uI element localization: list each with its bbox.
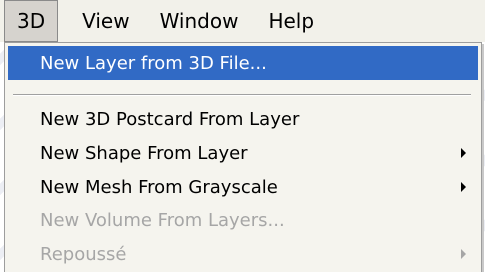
menu-item-label: New Layer from 3D File... <box>40 52 267 74</box>
menu-item-new-mesh-from-grayscale[interactable]: New Mesh From Grayscale <box>8 170 478 204</box>
menu-bar: 3D View Window Help <box>0 0 485 42</box>
menu-item-new-volume-from-layers: New Volume From Layers... <box>8 203 478 237</box>
menu-item-label: New Mesh From Grayscale <box>40 176 278 198</box>
menu-help[interactable]: Help <box>268 0 314 42</box>
menu-item-new-layer-from-3d-file[interactable]: New Layer from 3D File... <box>8 46 478 80</box>
menu-item-label: Repoussé <box>40 243 127 265</box>
menu-view[interactable]: View <box>82 0 129 42</box>
submenu-arrow-icon <box>461 148 466 158</box>
menu-item-new-3d-postcard-from-layer[interactable]: New 3D Postcard From Layer <box>8 102 478 136</box>
screenshot-canvas: 3D View Window Help New Layer from 3D Fi… <box>0 0 485 272</box>
menu-item-label: New Shape From Layer <box>40 142 248 164</box>
menu-item-new-shape-from-layer[interactable]: New Shape From Layer <box>8 136 478 170</box>
submenu-arrow-icon <box>461 249 466 259</box>
3d-dropdown-menu: New Layer from 3D File... New 3D Postcar… <box>4 42 482 272</box>
menu-window[interactable]: Window <box>160 0 239 42</box>
menu-separator <box>13 94 471 96</box>
menu-item-label: New Volume From Layers... <box>40 209 285 231</box>
menu-item-repousse: Repoussé <box>8 237 478 271</box>
menu-item-label: New 3D Postcard From Layer <box>40 108 300 130</box>
submenu-arrow-icon <box>461 182 466 192</box>
menu-3d[interactable]: 3D <box>4 0 59 42</box>
